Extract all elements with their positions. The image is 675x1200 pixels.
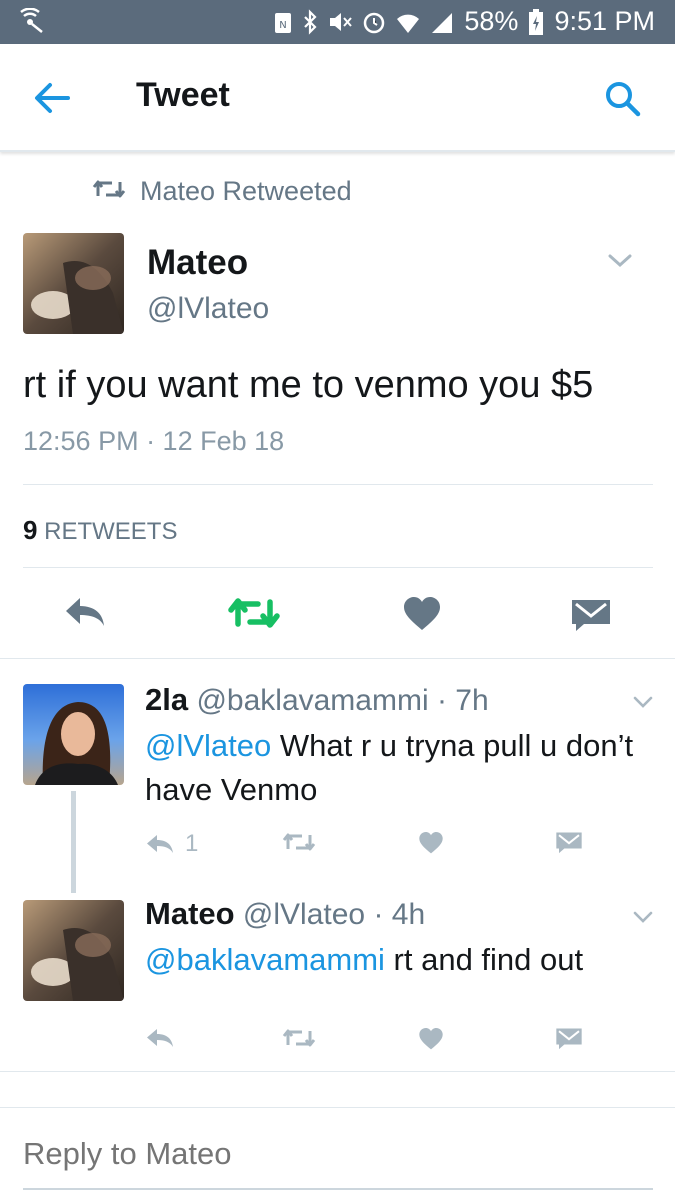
divider xyxy=(0,658,675,659)
divider xyxy=(23,567,653,568)
retweet-context[interactable]: Mateo Retweeted xyxy=(92,176,352,207)
status-bar: N 58% 9:51 PM xyxy=(0,0,675,44)
reply-input[interactable] xyxy=(23,1136,653,1172)
reply-input-underline xyxy=(23,1188,653,1190)
direct-message-button[interactable] xyxy=(555,831,583,854)
retweet-button[interactable] xyxy=(282,831,316,853)
reply-icon xyxy=(66,598,104,626)
reply-body: rt and find out xyxy=(384,942,584,977)
mention-link[interactable]: @baklavamammi xyxy=(145,942,385,977)
reply-button[interactable]: 1 xyxy=(145,830,198,858)
search-icon[interactable] xyxy=(602,78,644,120)
battery-percent: 58% xyxy=(464,6,519,36)
composer-divider xyxy=(0,1107,675,1108)
wifi-icon xyxy=(395,9,421,35)
like-button[interactable] xyxy=(418,831,444,855)
back-arrow-icon[interactable] xyxy=(30,78,76,118)
chevron-down-icon[interactable] xyxy=(632,910,654,925)
mention-link[interactable]: @lVlateo xyxy=(145,728,271,763)
envelope-icon xyxy=(572,600,610,631)
reply-button[interactable] xyxy=(62,594,108,630)
retweet-icon xyxy=(228,598,280,628)
avatar[interactable] xyxy=(23,900,124,1001)
avatar[interactable] xyxy=(23,233,124,334)
tweet-timestamp: 12:56 PM · 12 Feb 18 xyxy=(23,426,285,456)
clock: 9:51 PM xyxy=(554,6,655,36)
battery-charging-icon xyxy=(528,8,544,36)
reply-author-handle[interactable]: @baklavamammi xyxy=(196,684,428,717)
bluetooth-icon xyxy=(302,8,318,35)
retweet-icon xyxy=(282,1029,316,1047)
retweets-label: RETWEETS xyxy=(44,518,178,545)
top-app-bar: Tweet xyxy=(0,44,675,152)
author-name[interactable]: Mateo xyxy=(147,243,248,283)
avatar[interactable] xyxy=(23,684,124,785)
tweet-text: rt if you want me to venmo you $5 xyxy=(23,364,594,406)
divider xyxy=(23,484,653,485)
nfc-icon: N xyxy=(273,9,293,35)
alarm-icon xyxy=(362,9,386,35)
chevron-down-icon[interactable] xyxy=(632,695,654,710)
author-handle[interactable]: @lVlateo xyxy=(147,292,269,326)
svg-text:N: N xyxy=(280,20,287,31)
retweet-icon xyxy=(282,833,316,851)
divider xyxy=(0,1071,675,1072)
mute-icon xyxy=(327,9,353,35)
retweet-icon xyxy=(92,176,126,207)
like-button[interactable] xyxy=(402,596,442,632)
reply-text: @baklavamammi rt and find out xyxy=(145,938,655,982)
heart-icon xyxy=(419,1027,443,1050)
like-button[interactable] xyxy=(418,1027,444,1051)
envelope-icon xyxy=(556,832,582,854)
heart-icon xyxy=(404,597,440,630)
retweet-context-label: Mateo Retweeted xyxy=(140,176,352,206)
page-title: Tweet xyxy=(136,76,230,114)
reply-header: 2la @baklavamammi · 7h xyxy=(145,682,489,718)
reply-author-name[interactable]: Mateo xyxy=(145,896,235,931)
reply-icon xyxy=(147,835,173,853)
reply-time: · 4h xyxy=(373,898,426,931)
reply-author-name[interactable]: 2la xyxy=(145,682,188,717)
reply-author-handle[interactable]: @lVlateo xyxy=(243,898,365,931)
chevron-down-icon[interactable] xyxy=(607,252,633,270)
signal-hotspot-icon xyxy=(18,7,52,41)
direct-message-button[interactable] xyxy=(555,1027,583,1050)
retweets-count: 9 xyxy=(23,515,38,545)
retweets-stat[interactable]: 9 RETWEETS xyxy=(23,515,177,546)
reply-time: · 7h xyxy=(436,684,489,717)
cell-signal-icon xyxy=(430,9,454,35)
reply-header: Mateo @lVlateo · 4h xyxy=(145,896,425,932)
reply-text: @lVlateo What r u tryna pull u don’t hav… xyxy=(145,724,655,812)
retweet-button[interactable] xyxy=(282,1027,316,1049)
retweet-button[interactable] xyxy=(228,596,280,630)
reply-button[interactable] xyxy=(145,1026,175,1050)
thread-connector xyxy=(71,791,76,893)
reply-icon xyxy=(147,1029,173,1047)
direct-message-button[interactable] xyxy=(570,598,612,632)
envelope-icon xyxy=(556,1028,582,1050)
heart-icon xyxy=(419,831,443,854)
reply-count: 1 xyxy=(185,830,199,857)
